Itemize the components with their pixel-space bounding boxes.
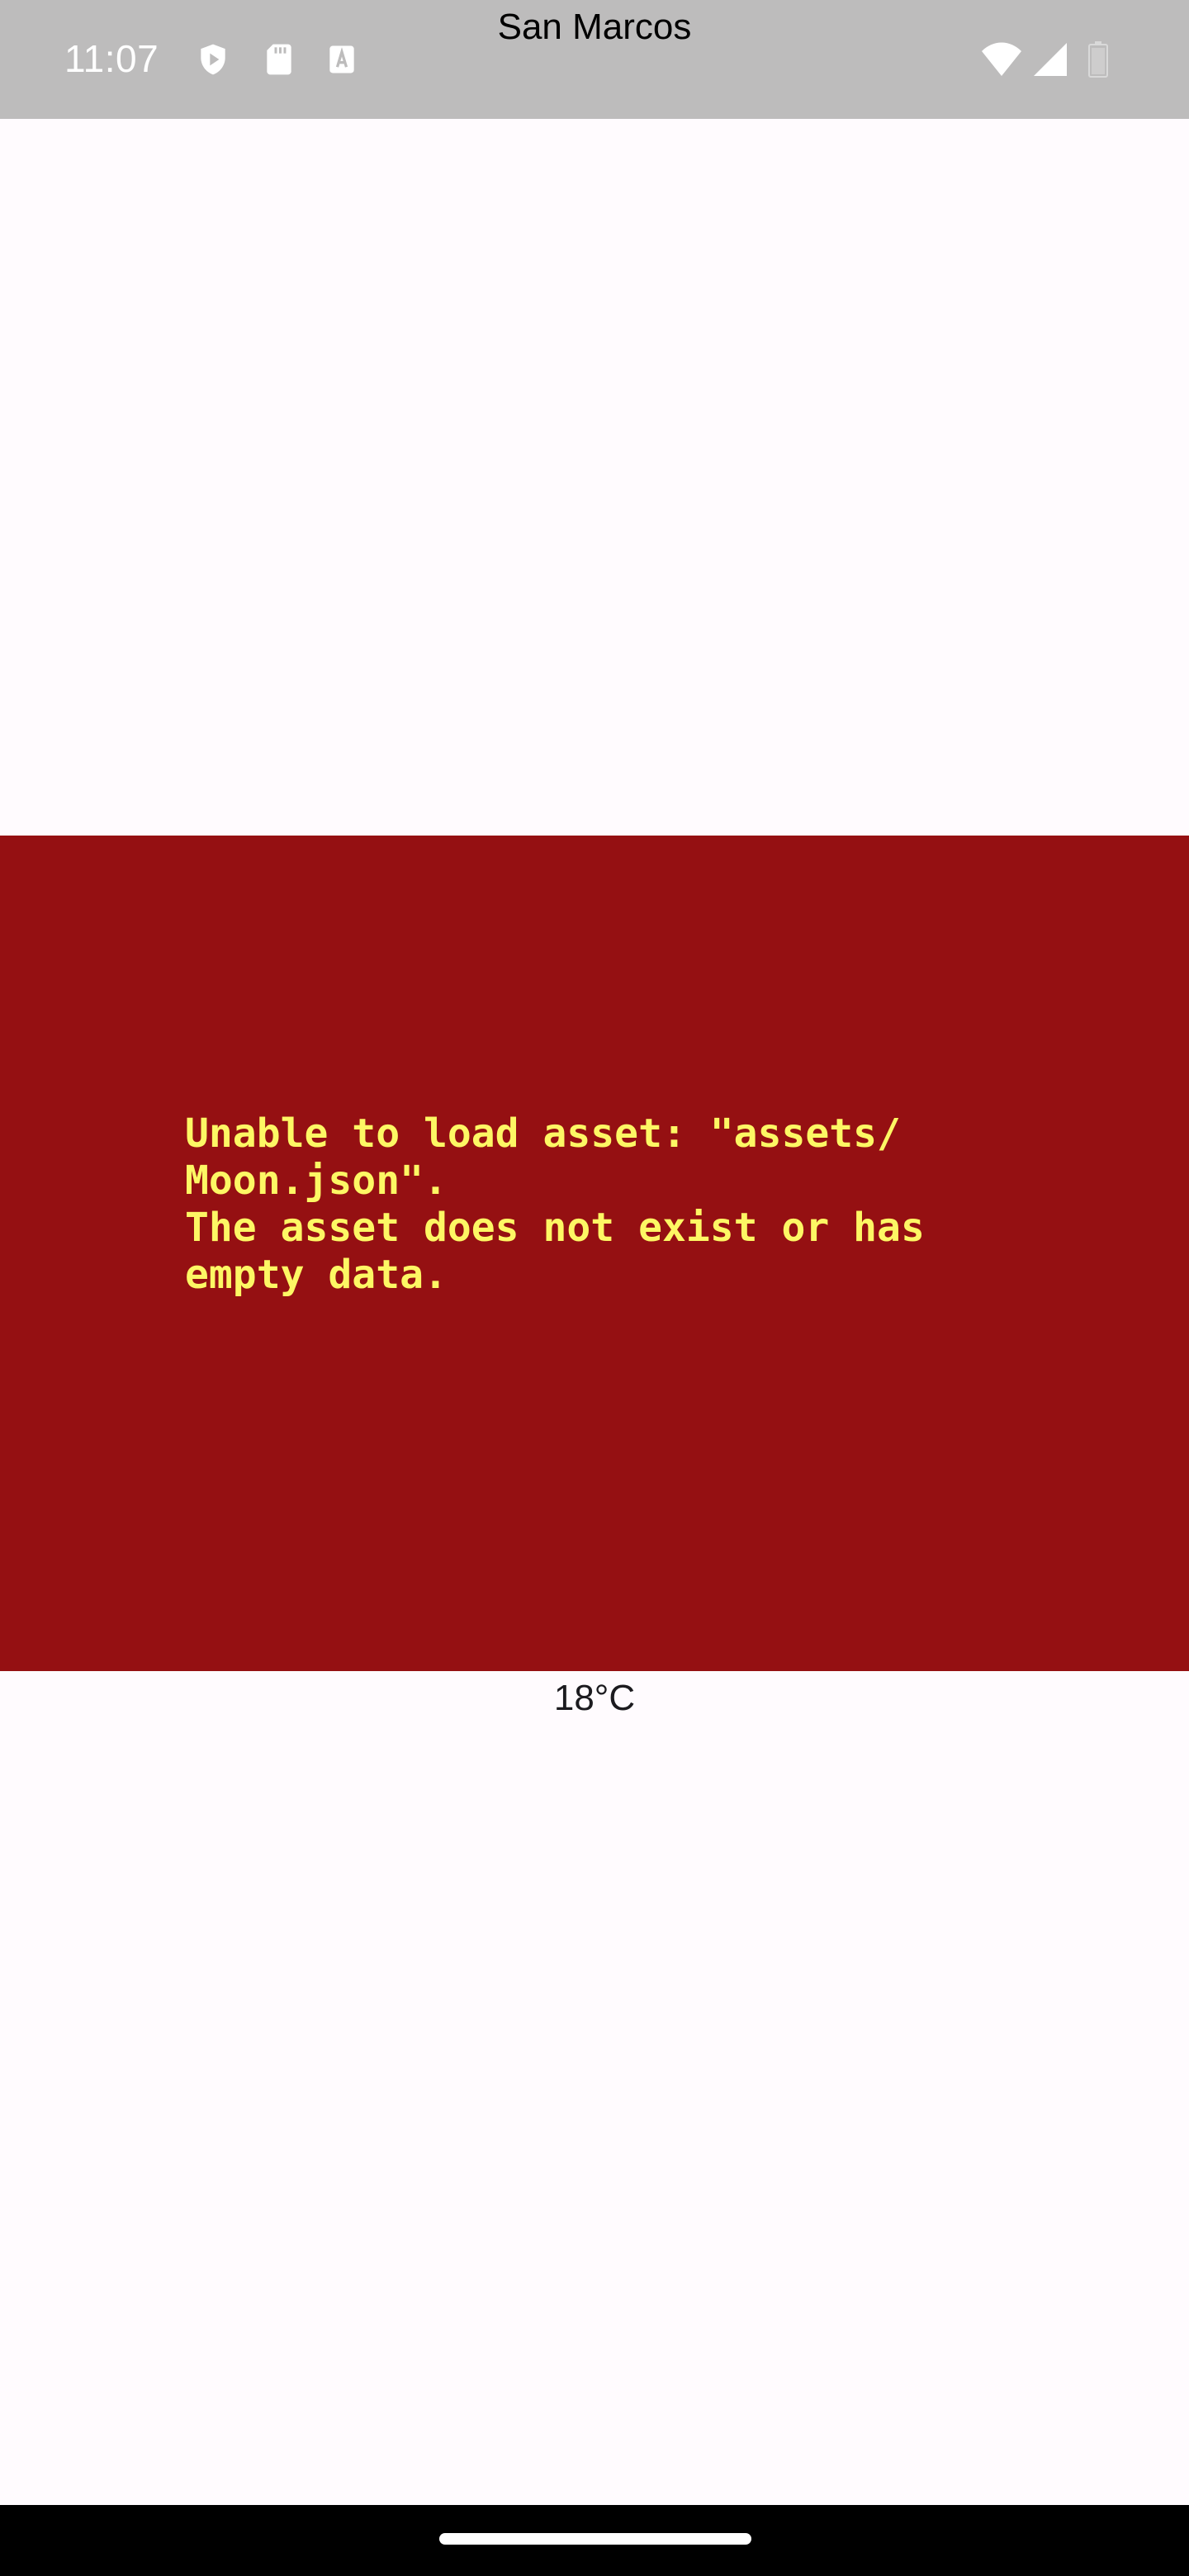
temperature-label: 18°C: [553, 1678, 636, 1718]
error-message: Unable to load asset: "assets/ Moon.json…: [185, 1110, 925, 1298]
page-title: San Marcos: [497, 7, 692, 47]
home-gesture-handle[interactable]: [439, 2533, 751, 2545]
